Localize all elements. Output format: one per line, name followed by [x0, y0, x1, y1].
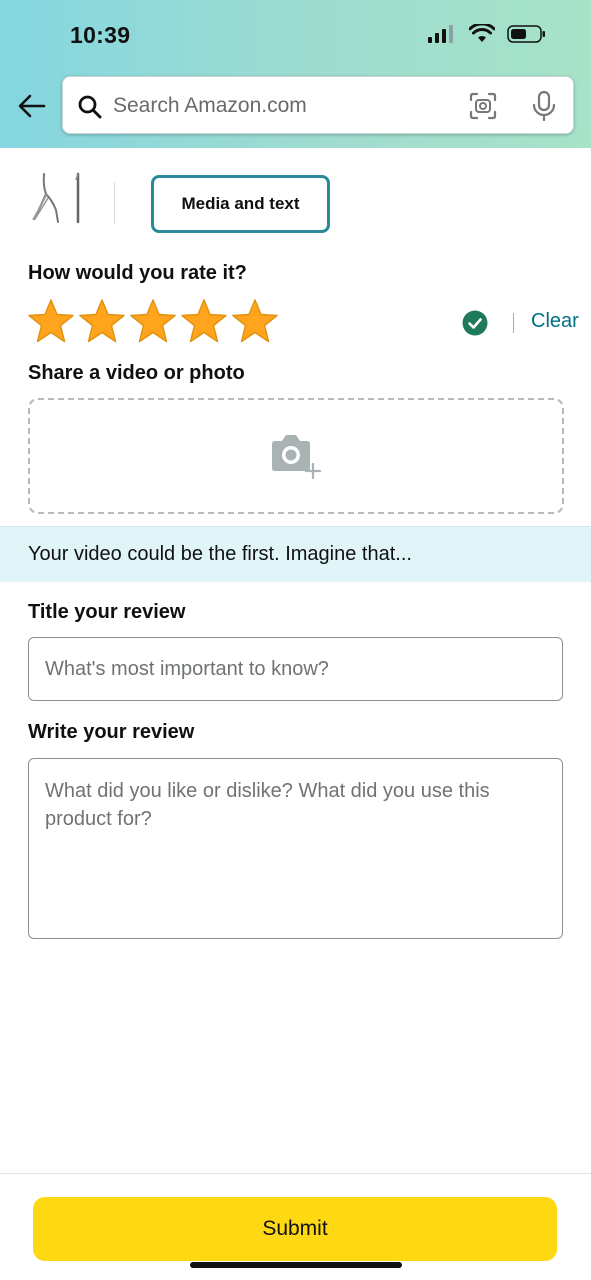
product-thumbnail-image[interactable] [30, 170, 86, 224]
star-4-icon[interactable] [180, 298, 228, 344]
microphone-icon[interactable] [531, 90, 557, 122]
review-body-textarea[interactable] [28, 758, 563, 939]
search-icon [78, 95, 102, 119]
review-title-label: Title your review [28, 601, 186, 623]
battery-icon [507, 25, 545, 43]
submit-button[interactable]: Submit [33, 1197, 557, 1261]
home-indicator [190, 1262, 402, 1268]
status-time: 10:39 [70, 22, 131, 48]
camera-scan-icon[interactable] [469, 92, 497, 120]
tab-media-and-text[interactable]: Media and text [151, 175, 330, 233]
cellular-signal-icon [428, 25, 453, 43]
thumbnail-divider [114, 182, 115, 224]
star-rating[interactable] [27, 298, 279, 344]
review-body-label: Write your review [28, 721, 195, 743]
footer-divider [0, 1173, 591, 1174]
clear-divider [513, 313, 514, 333]
star-1-icon[interactable] [27, 298, 75, 344]
app-header: 10:39 [0, 0, 591, 148]
media-upload-area[interactable] [28, 398, 564, 514]
clear-rating-link[interactable]: Clear [531, 310, 579, 333]
search-input[interactable] [113, 91, 453, 121]
star-3-icon[interactable] [129, 298, 177, 344]
star-2-icon[interactable] [78, 298, 126, 344]
video-info-banner: Your video could be the first. Imagine t… [0, 526, 591, 582]
status-icons [427, 24, 547, 44]
review-title-input[interactable] [28, 637, 563, 701]
search-bar[interactable] [62, 76, 574, 134]
star-5-icon[interactable] [231, 298, 279, 344]
camera-add-icon [272, 435, 322, 480]
rating-label: How would you rate it? [28, 262, 247, 284]
arrow-left-icon[interactable] [16, 90, 48, 122]
wifi-icon [469, 24, 495, 42]
media-label: Share a video or photo [28, 362, 245, 384]
check-circle-icon [462, 310, 488, 336]
